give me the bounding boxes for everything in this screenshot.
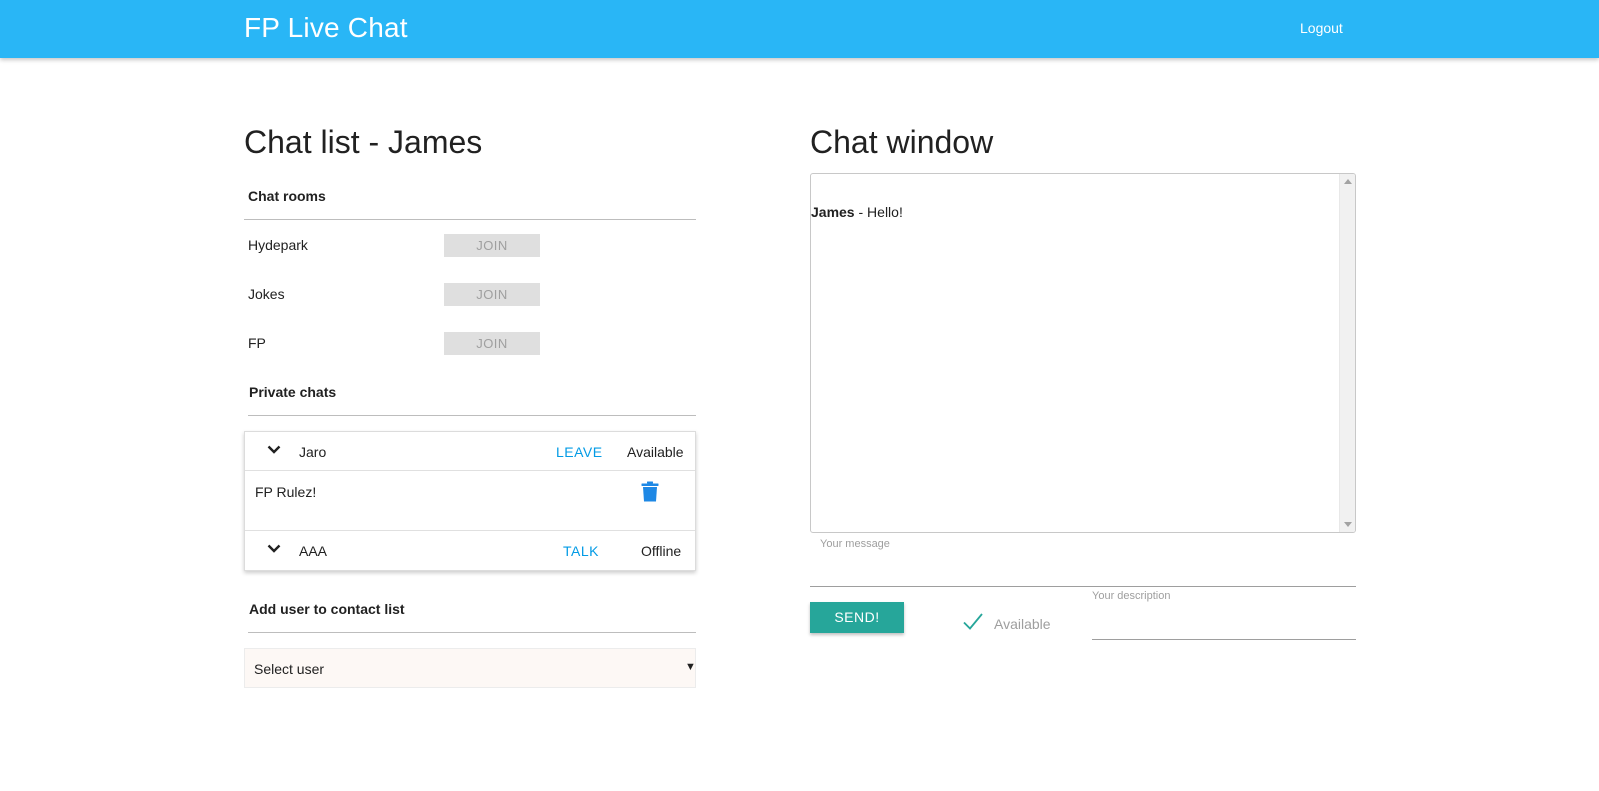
description-input-underline <box>1092 639 1356 640</box>
private-chat-header-aaa[interactable]: AAA TALK Offline <box>245 531 695 570</box>
message-separator: - <box>854 204 868 220</box>
chat-rooms-divider <box>244 219 696 220</box>
private-chats-divider <box>248 415 696 416</box>
description-input[interactable] <box>1092 608 1356 636</box>
chat-message: James - Hello! <box>811 204 903 220</box>
message-input[interactable] <box>810 556 1356 584</box>
dropdown-arrow-icon: ▼ <box>685 661 696 673</box>
scroll-down-arrow-icon[interactable] <box>1344 522 1352 527</box>
navbar: FP Live Chat Logout <box>0 0 1599 58</box>
leave-button[interactable]: LEAVE <box>556 444 603 460</box>
private-chat-body-jaro: FP Rulez! <box>245 472 695 531</box>
room-name-fp: FP <box>248 335 266 351</box>
add-user-divider <box>248 632 696 633</box>
available-checkbox-label[interactable]: Available <box>994 616 1051 632</box>
checkmark-icon[interactable] <box>962 612 984 632</box>
join-button-fp[interactable]: JOIN <box>444 332 540 355</box>
message-author: James <box>811 204 855 220</box>
description-field-label: Your description <box>1092 590 1171 602</box>
private-chat-name: AAA <box>299 543 328 559</box>
scroll-up-arrow-icon[interactable] <box>1344 179 1352 184</box>
message-field-label: Your message <box>820 538 890 550</box>
private-chat-name: Jaro <box>299 444 327 460</box>
chevron-down-icon[interactable] <box>267 544 281 554</box>
join-button-hydepark[interactable]: JOIN <box>444 234 540 257</box>
chat-messages-area[interactable]: James - Hello! <box>810 173 1356 533</box>
room-name-hydepark: Hydepark <box>248 237 308 253</box>
add-user-heading: Add user to contact list <box>249 601 405 617</box>
select-user-dropdown[interactable]: Select user ▼ <box>244 648 696 688</box>
chevron-down-icon[interactable] <box>267 445 281 455</box>
send-button[interactable]: SEND! <box>810 602 904 633</box>
logout-link[interactable]: Logout <box>1300 20 1343 36</box>
brand-logo[interactable]: FP Live Chat <box>244 12 408 44</box>
select-user-value: Select user <box>254 661 325 677</box>
chat-scrollbar[interactable] <box>1339 174 1355 532</box>
message-input-underline <box>810 586 1356 587</box>
private-chat-note: FP Rulez! <box>255 484 317 500</box>
status-text: Available <box>627 444 684 460</box>
chat-rooms-heading: Chat rooms <box>248 188 326 204</box>
chat-window-title: Chat window <box>810 124 994 160</box>
room-name-jokes: Jokes <box>248 286 285 302</box>
trash-icon[interactable] <box>641 481 659 502</box>
private-chats-heading: Private chats <box>249 384 337 400</box>
join-button-jokes[interactable]: JOIN <box>444 283 540 306</box>
private-chat-header-jaro[interactable]: Jaro LEAVE Available <box>245 432 695 471</box>
talk-button[interactable]: TALK <box>563 543 599 559</box>
message-text: Hello! <box>867 204 903 220</box>
chat-list-title: Chat list - James <box>244 124 483 160</box>
private-chats-list: Jaro LEAVE Available FP Rulez! AAA TALK … <box>244 431 696 571</box>
status-text: Offline <box>641 543 682 559</box>
